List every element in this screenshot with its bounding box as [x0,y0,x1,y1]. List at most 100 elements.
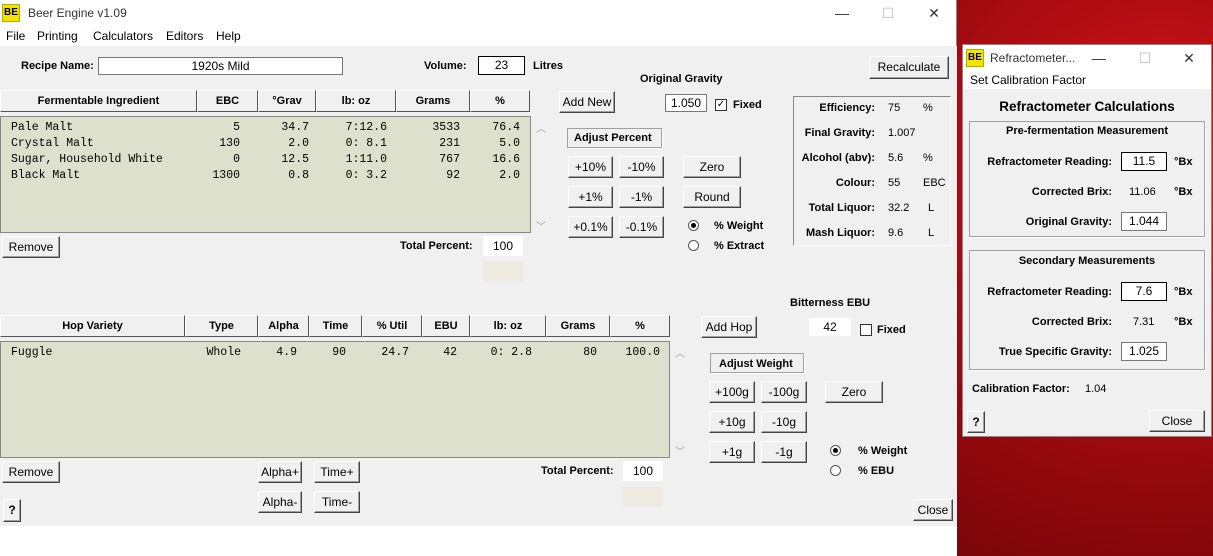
table-row[interactable]: Fuggle Whole 4.9 90 24.7 42 0: 2.8 80 100.0 [1,346,669,362]
col-time[interactable]: Time [309,315,362,337]
col-hop-variety[interactable]: Hop Variety [0,315,185,337]
col-grams[interactable]: Grams [396,90,470,112]
recipe-name-input[interactable]: 1920s Mild [98,57,343,75]
plus-10g-button[interactable]: +10g [709,411,755,433]
stats-panel [793,96,951,246]
col-lboz[interactable]: lb: oz [316,90,396,112]
col-hop-lboz[interactable]: lb: oz [470,315,546,337]
maximize-button[interactable]: ☐ [865,0,911,26]
hop-scroll-up-icon[interactable]: ︿ [675,345,685,360]
col-hop-grams[interactable]: Grams [546,315,610,337]
sec-brix-value: 7.31 [1133,316,1155,328]
alpha-plus-button[interactable]: Alpha+ [258,461,302,483]
refr-maximize-button[interactable]: ☐ [1123,45,1167,71]
original-gravity-input[interactable]: 1.044 [1121,212,1167,231]
table-row[interactable]: Pale Malt 5 34.7 7:12.6 3533 76.4 [1,121,530,137]
total-liquor-label: Total Liquor: [808,202,875,214]
plus-0-1-percent-button[interactable]: +0.1% [568,216,613,238]
table-row[interactable]: Crystal Malt 130 2.0 0: 8.1 231 5.0 [1,137,530,153]
og-fixed-checkbox[interactable]: ✓ [715,99,727,111]
help-button[interactable]: ? [3,499,21,522]
col-type[interactable]: Type [185,315,258,337]
adjust-weight-label: Adjust Weight [719,358,793,370]
table-row[interactable]: Sugar, Household White 0 12.5 1:11.0 767 16.6 [1,153,530,169]
refr-minimize-button[interactable]: — [1077,45,1121,71]
percent-extract-radio[interactable] [688,240,699,251]
alpha-minus-button[interactable]: Alpha- [258,491,302,513]
minus-1g-button[interactable]: -1g [761,441,807,463]
col-fermentable[interactable]: Fermentable Ingredient [0,90,197,112]
menu-printing[interactable]: Printing [37,29,78,43]
col-percent[interactable]: % [470,90,530,112]
col-ebc[interactable]: EBC [197,90,258,112]
remove-fermentable-button[interactable]: Remove [2,236,60,258]
refr-close-button[interactable]: Close [1149,410,1205,432]
add-new-button[interactable]: Add New [559,91,615,113]
bitterness-fixed-checkbox[interactable] [860,324,872,336]
close-window-button[interactable]: ✕ [911,0,957,26]
pre-brix-label: Corrected Brix: [1031,186,1112,198]
col-hop-percent[interactable]: % [610,315,670,337]
zero-percent-button[interactable]: Zero [683,156,741,178]
og-input[interactable]: 1.050 [665,94,707,112]
refr-title-bar: BE Refractometer... — ☐ ✕ [963,45,1211,71]
scroll-down-icon[interactable]: ﹀ [536,218,546,233]
fermentable-list[interactable]: Pale Malt 5 34.7 7:12.6 3533 76.4 Crystal Mal… [0,116,531,233]
plus-1-percent-button[interactable]: +1% [568,186,613,208]
minus-1-percent-button[interactable]: -1% [619,186,664,208]
zero-weight-button[interactable]: Zero [825,381,883,403]
true-sg-label: True Specific Gravity: [998,346,1112,358]
col-ebu[interactable]: EBU [422,315,470,337]
sec-reading-label: Refractometer Reading: [987,286,1112,298]
plus-100g-button[interactable]: +100g [709,381,755,403]
menu-calculators[interactable]: Calculators [93,29,153,43]
menu-help[interactable]: Help [216,29,241,43]
col-grav[interactable]: °Grav [258,90,316,112]
table-row[interactable]: Black Malt 1300 0.8 0: 3.2 92 2.0 [1,169,530,185]
minus-10-percent-button[interactable]: -10% [619,156,664,178]
plus-10-percent-button[interactable]: +10% [568,156,613,178]
pre-reading-input[interactable]: 11.5 [1121,152,1167,171]
time-plus-button[interactable]: Time+ [314,461,360,483]
bitterness-input[interactable]: 42 [809,318,851,336]
menu-file[interactable]: File [6,29,25,43]
pre-brix-value: 11.06 [1129,186,1156,198]
alcohol-value: 5.6 [888,152,904,164]
percent-weight-radio[interactable] [688,220,699,231]
recalculate-button[interactable]: Recalculate [869,56,949,79]
bitterness-fixed-label: Fixed [877,324,906,336]
minus-100g-button[interactable]: -100g [761,381,807,403]
sec-reading-input[interactable]: 7.6 [1121,282,1167,301]
hop-scroll-down-icon[interactable]: ﹀ [675,443,685,458]
minus-10g-button[interactable]: -10g [761,411,807,433]
pre-reading-unit: °Bx [1174,156,1193,168]
hop-total-box [623,487,663,506]
true-sg-input[interactable]: 1.025 [1121,342,1167,361]
hop-weight-radio[interactable] [830,445,841,456]
hop-ebu-radio[interactable] [830,465,841,476]
recipe-name-label: Recipe Name: [21,60,94,72]
refr-close-window-button[interactable]: ✕ [1167,45,1211,71]
col-util[interactable]: % Util [362,315,422,337]
remove-hop-button[interactable]: Remove [2,461,60,483]
scroll-up-icon[interactable]: ︿ [536,120,546,135]
minus-0-1-percent-button[interactable]: -0.1% [619,216,664,238]
plus-1g-button[interactable]: +1g [709,441,755,463]
close-button[interactable]: Close [913,499,953,521]
final-gravity-label: Final Gravity: [804,127,875,139]
title-bar: BE Beer Engine v1.09 — ☐ ✕ [0,0,956,26]
col-alpha[interactable]: Alpha [258,315,309,337]
round-button[interactable]: Round [683,186,741,208]
add-hop-button[interactable]: Add Hop [701,316,757,338]
time-minus-button[interactable]: Time- [314,491,360,513]
fermentable-total-label: Total Percent: [400,240,473,252]
hop-list[interactable]: Fuggle Whole 4.9 90 24.7 42 0: 2.8 80 100.0 [0,341,670,458]
sec-brix-label: Corrected Brix: [1031,316,1112,328]
refr-help-button[interactable]: ? [967,411,985,433]
refr-menu-calibration[interactable]: Set Calibration Factor [963,71,1211,89]
menu-editors[interactable]: Editors [166,29,203,43]
volume-input[interactable]: 23 [478,56,525,75]
fermentable-total: 100 [483,236,523,256]
app-icon: BE [2,4,20,22]
minimize-button[interactable]: — [819,0,865,26]
